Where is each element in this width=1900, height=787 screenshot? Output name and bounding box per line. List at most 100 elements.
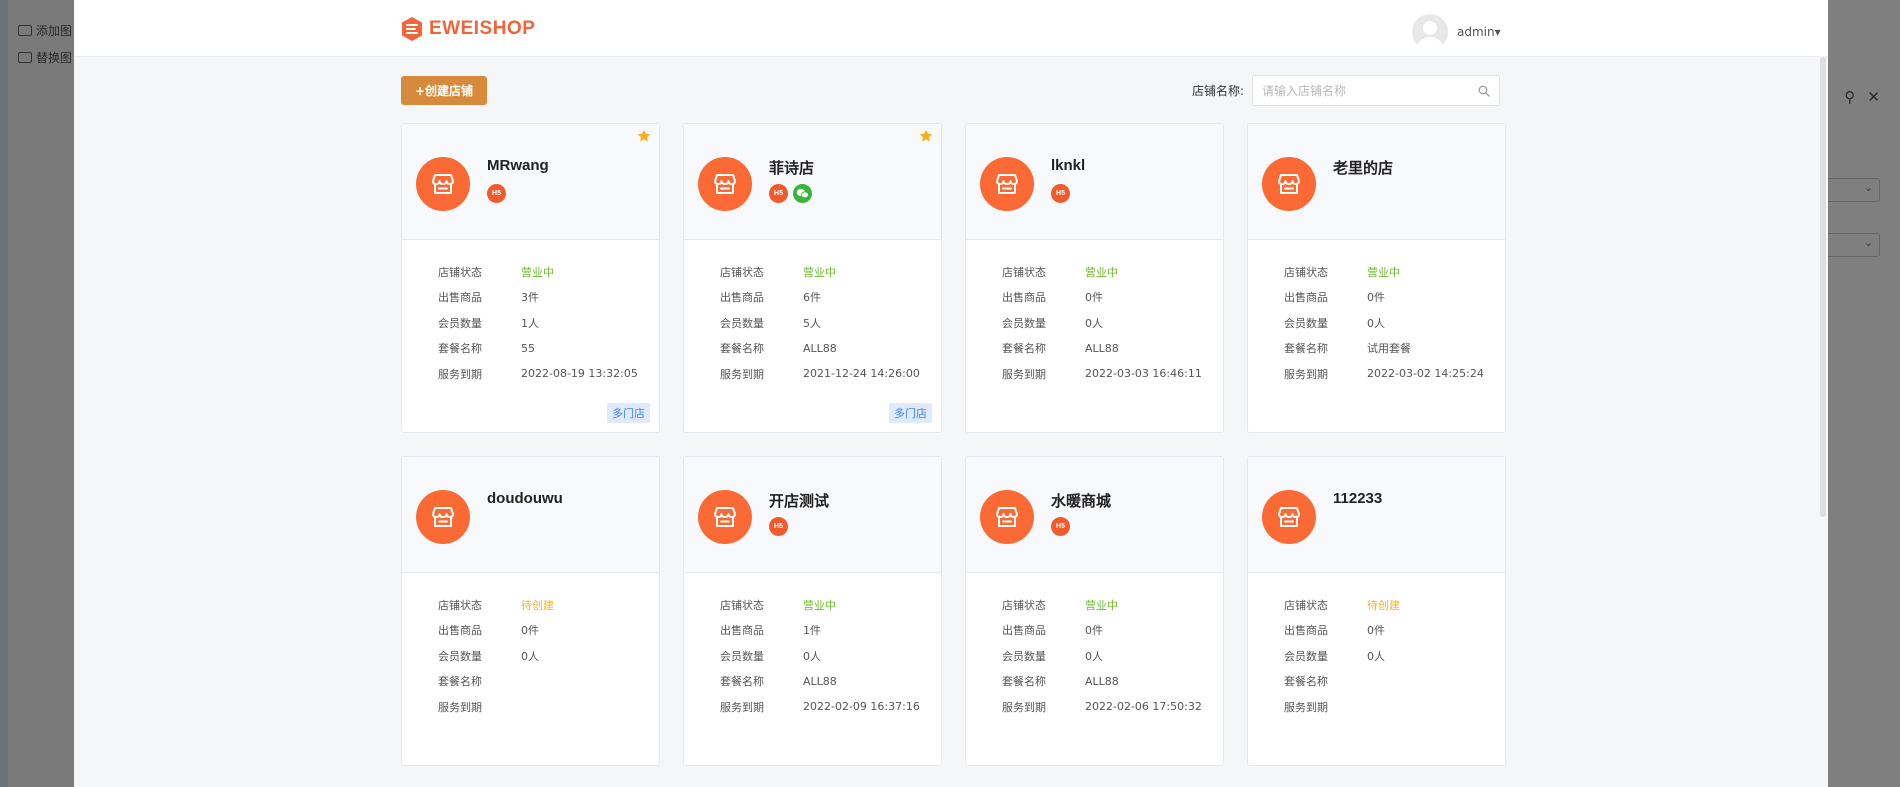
status-value: 待创建 [521, 598, 554, 612]
expire-label: 服务到期 [1002, 700, 1046, 714]
store-icon [996, 507, 1018, 527]
shop-icon [698, 157, 752, 211]
package-value: ALL88 [803, 341, 837, 355]
shop-name: 112233 [1333, 490, 1383, 507]
shop-name: 开店测试 [769, 493, 830, 510]
shop-card-body: 店铺状态 营业中 出售商品 0件 会员数量 0人 套餐名称 试用套餐 服务到期 2022-… [1248, 240, 1505, 387]
expire-value: 2022-03-02 14:25:24 [1367, 367, 1484, 381]
shop-status-row: 店铺状态 营业中 [438, 259, 659, 285]
members-label: 会员数量 [1284, 649, 1328, 663]
expire-label: 服务到期 [1284, 367, 1328, 381]
shop-card[interactable]: MRwang H5 店铺状态 营业中 出售商品 3件 会员数量 1人 套餐名称 55 服… [401, 123, 660, 433]
shop-package-row: 套餐名称 ALL88 [720, 669, 941, 695]
shop-card[interactable]: 112233 店铺状态 待创建 出售商品 0件 会员数量 0人 套餐名称 服务到期 [1247, 456, 1506, 766]
members-value: 0人 [1367, 649, 1385, 663]
package-label: 套餐名称 [438, 342, 482, 356]
search-icon[interactable] [1478, 85, 1490, 97]
package-value: 试用套餐 [1367, 342, 1411, 356]
shop-name: 菲诗店 [769, 160, 815, 177]
shop-tags: H5 [769, 184, 812, 203]
shop-expire-row: 服务到期 [438, 694, 659, 720]
shop-tags: H5 [487, 184, 506, 203]
expire-value: 2022-03-03 16:46:11 [1085, 367, 1202, 381]
goods-label: 出售商品 [438, 291, 482, 305]
shop-name: lknkl [1051, 157, 1086, 174]
shop-name: 老里的店 [1333, 160, 1394, 177]
shop-card[interactable]: 老里的店 店铺状态 营业中 出售商品 0件 会员数量 0人 套餐名称 试用套餐 服务到期… [1247, 123, 1506, 433]
expire-value: 2022-02-09 16:37:16 [803, 700, 920, 714]
shop-members-row: 会员数量 0人 [1002, 643, 1223, 669]
h5-tag-icon: H5 [487, 184, 506, 203]
multi-store-badge: 多门店 [889, 403, 932, 423]
shop-icon [980, 490, 1034, 544]
scrollbar[interactable] [1820, 57, 1826, 517]
shop-expire-row: 服务到期 2022-02-06 17:50:32 [1002, 694, 1223, 720]
shop-goods-row: 出售商品 3件 [438, 285, 659, 311]
expire-label: 服务到期 [1002, 367, 1046, 381]
h5-tag-icon: H5 [769, 517, 788, 536]
shop-card[interactable]: 开店测试 H5 店铺状态 营业中 出售商品 1件 会员数量 0人 套餐名称 ALL88 … [683, 456, 942, 766]
store-icon [714, 174, 736, 194]
goods-value: 0件 [1367, 291, 1385, 305]
status-value: 营业中 [803, 598, 836, 612]
shop-card[interactable]: 水暖商城 H5 店铺状态 营业中 出售商品 0件 会员数量 0人 套餐名称 ALL88 … [965, 456, 1224, 766]
modal-header: EWEISHOP admin▾ [74, 0, 1828, 57]
shop-expire-row: 服务到期 2022-02-09 16:37:16 [720, 694, 941, 720]
shop-expire-row: 服务到期 2022-03-02 14:25:24 [1284, 361, 1505, 387]
package-value: 55 [521, 341, 535, 355]
shop-goods-row: 出售商品 6件 [720, 285, 941, 311]
shop-card-header: 菲诗店 H5 [684, 124, 941, 240]
shop-grid: MRwang H5 店铺状态 营业中 出售商品 3件 会员数量 1人 套餐名称 55 服… [401, 123, 1509, 766]
search-area: 店铺名称: [1192, 75, 1501, 106]
shop-status-row: 店铺状态 营业中 [1284, 259, 1505, 285]
shop-status-row: 店铺状态 待创建 [1284, 592, 1505, 618]
goods-label: 出售商品 [1284, 624, 1328, 638]
logo-text: EWEISHOP [429, 18, 536, 39]
shop-members-row: 会员数量 0人 [1284, 310, 1505, 336]
shop-card-header: MRwang H5 [402, 124, 659, 240]
search-input[interactable] [1253, 76, 1500, 105]
shop-card[interactable]: 菲诗店 H5 店铺状态 营业中 出售商品 6件 会员数量 5人 套餐名称 ALL88 服… [683, 123, 942, 433]
shop-card-body: 店铺状态 营业中 出售商品 0件 会员数量 0人 套餐名称 ALL88 服务到期 2022… [966, 240, 1223, 387]
goods-label: 出售商品 [1002, 624, 1046, 638]
logo: EWEISHOP [401, 16, 535, 42]
members-label: 会员数量 [438, 649, 482, 663]
shop-card-header: lknkl H5 [966, 124, 1223, 240]
shop-name: MRwang [487, 157, 549, 174]
shop-status-row: 店铺状态 营业中 [1002, 259, 1223, 285]
shop-package-row: 套餐名称 ALL88 [1002, 336, 1223, 362]
shop-icon [416, 157, 470, 211]
shop-status-row: 店铺状态 待创建 [438, 592, 659, 618]
star-icon[interactable] [637, 129, 651, 143]
create-shop-button[interactable]: +创建店铺 [401, 76, 488, 105]
star-icon[interactable] [919, 129, 933, 143]
shop-card-body: 店铺状态 营业中 出售商品 0件 会员数量 0人 套餐名称 ALL88 服务到期 2022… [966, 573, 1223, 720]
goods-value: 0件 [1085, 291, 1103, 305]
shop-goods-row: 出售商品 0件 [1284, 618, 1505, 644]
package-value: ALL88 [803, 674, 837, 688]
store-icon [714, 507, 736, 527]
shop-expire-row: 服务到期 [1284, 694, 1505, 720]
shop-tags: H5 [1051, 517, 1070, 536]
goods-label: 出售商品 [1002, 291, 1046, 305]
user-menu[interactable]: admin▾ [1412, 14, 1501, 50]
shop-status-row: 店铺状态 营业中 [720, 259, 941, 285]
shop-goods-row: 出售商品 0件 [1002, 285, 1223, 311]
shop-members-row: 会员数量 1人 [438, 310, 659, 336]
shop-card[interactable]: doudouwu 店铺状态 待创建 出售商品 0件 会员数量 0人 套餐名称 服务到期 [401, 456, 660, 766]
shop-card-body: 店铺状态 营业中 出售商品 1件 会员数量 0人 套餐名称 ALL88 服务到期 2022… [684, 573, 941, 720]
status-label: 店铺状态 [720, 598, 764, 612]
user-name: admin▾ [1457, 25, 1501, 39]
members-label: 会员数量 [1002, 649, 1046, 663]
shop-card-header: 水暖商城 H5 [966, 457, 1223, 573]
members-value: 0人 [1085, 316, 1103, 330]
package-label: 套餐名称 [1002, 675, 1046, 689]
members-value: 0人 [521, 649, 539, 663]
goods-value: 6件 [803, 291, 821, 305]
shop-card[interactable]: lknkl H5 店铺状态 营业中 出售商品 0件 会员数量 0人 套餐名称 ALL88… [965, 123, 1224, 433]
shop-card-header: 老里的店 [1248, 124, 1505, 240]
shop-package-row: 套餐名称 [438, 669, 659, 695]
shop-members-row: 会员数量 0人 [1002, 310, 1223, 336]
wechat-icon [793, 184, 812, 203]
shop-card-header: 开店测试 H5 [684, 457, 941, 573]
